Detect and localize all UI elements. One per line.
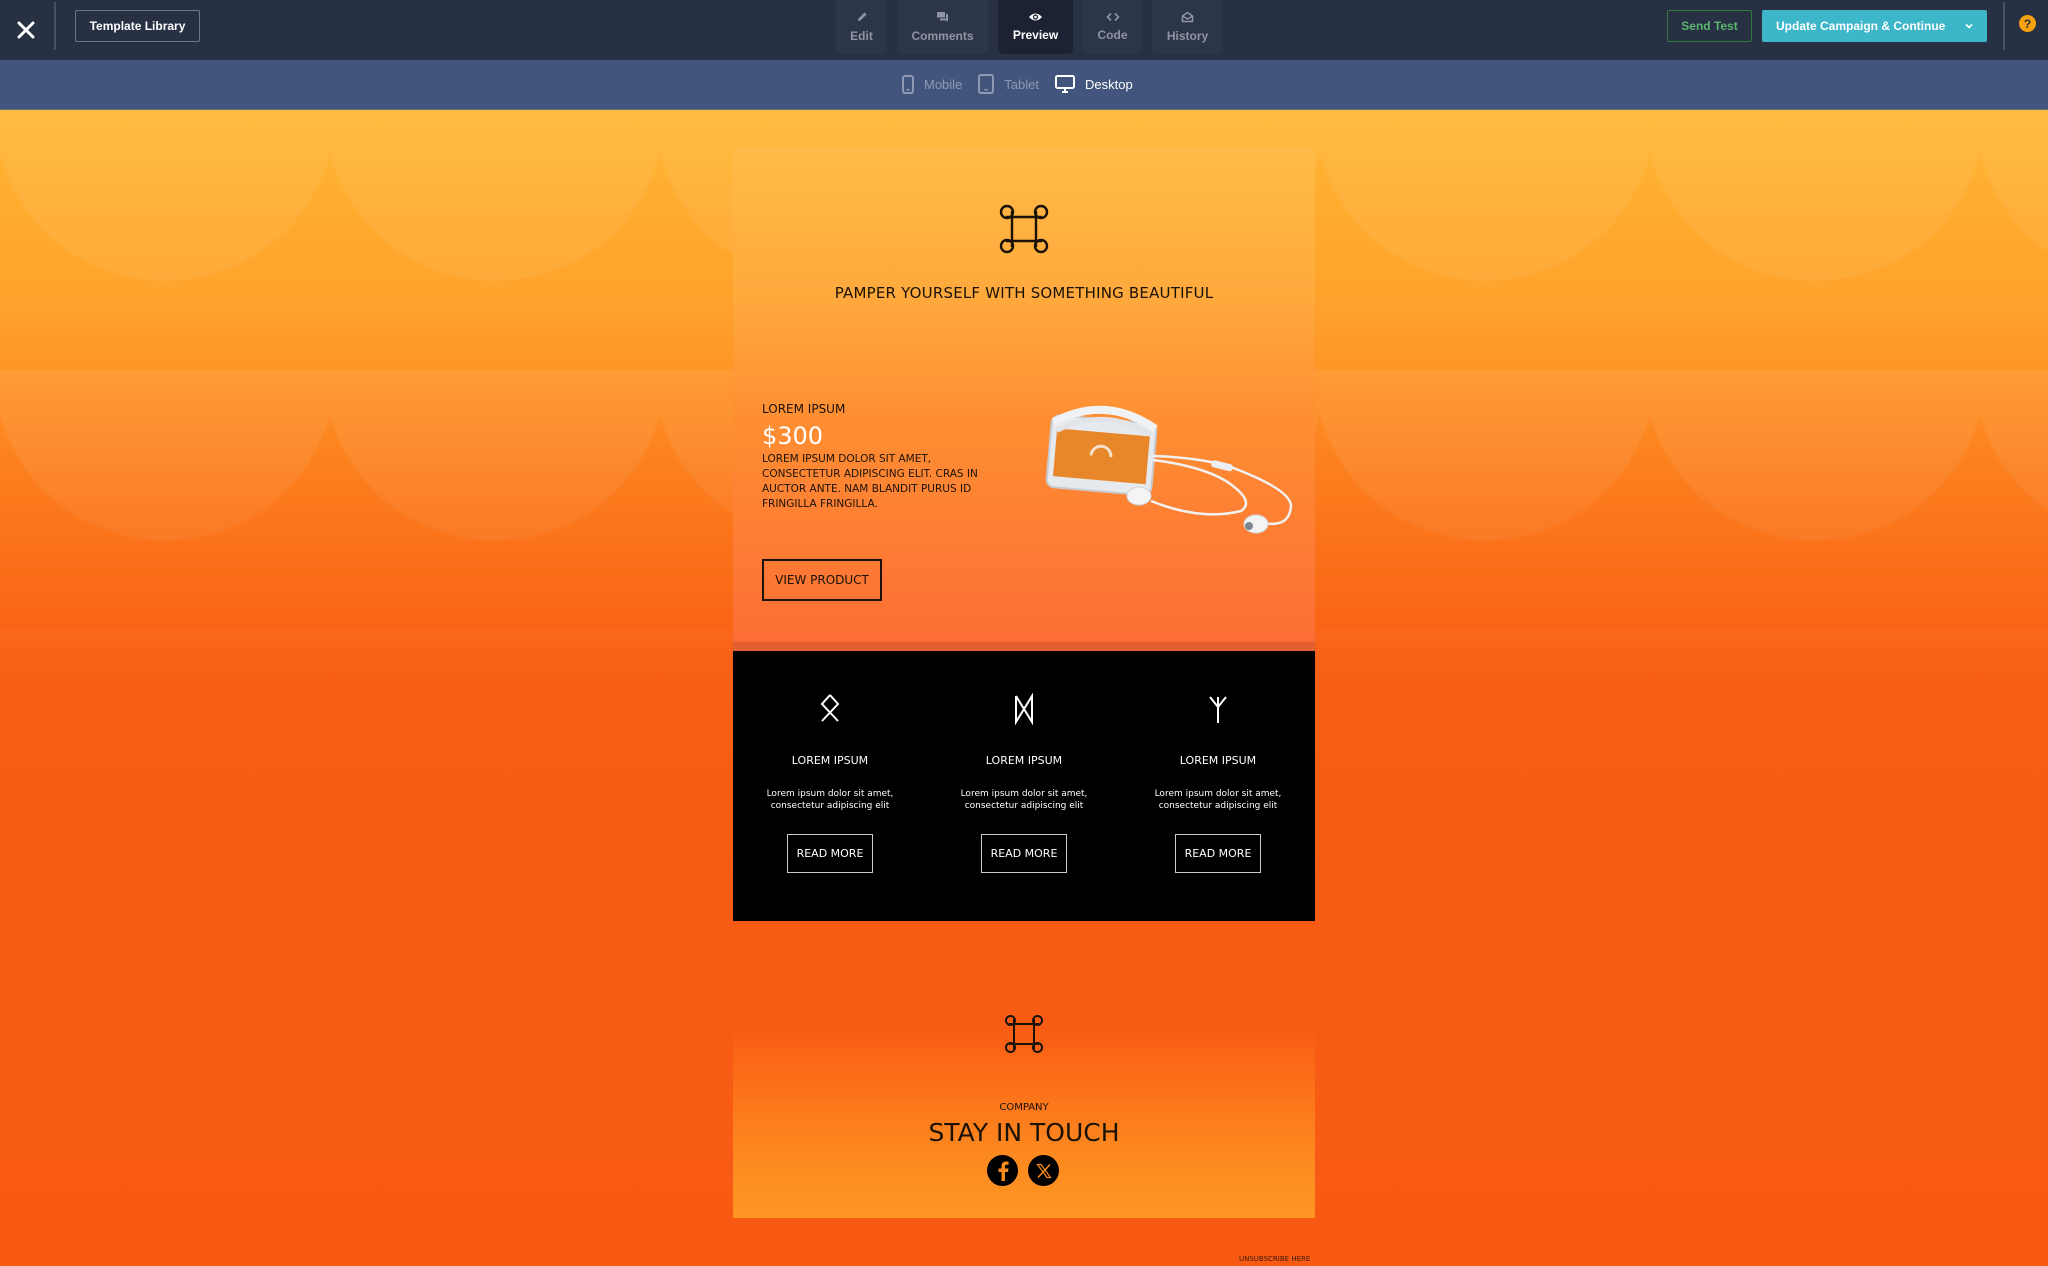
help-button[interactable]: ?: [2019, 15, 2036, 32]
tab-code[interactable]: Code: [1083, 0, 1142, 54]
device-label: Tablet: [1004, 76, 1039, 92]
product-label: LOREM IPSUM: [762, 402, 846, 416]
feature-text: Lorem ipsum dolor sit amet, consectetur …: [1154, 789, 1282, 811]
device-desktop[interactable]: Desktop: [1055, 75, 1133, 93]
feature-title: LOREM IPSUM: [1179, 754, 1257, 767]
read-more-button[interactable]: READ MORE: [787, 834, 873, 873]
feature-card: LOREM IPSUM Lorem ipsum dolor sit amet, …: [927, 651, 1121, 921]
tab-label: Preview: [1012, 28, 1059, 42]
hero-title: PAMPER YOURSELF WITH SOMETHING BEAUTIFUL: [834, 284, 1214, 302]
tab-edit[interactable]: Edit: [836, 0, 887, 54]
dropdown-toggle[interactable]: [1951, 23, 1987, 29]
device-mobile[interactable]: Mobile: [902, 74, 963, 94]
hero-section: PAMPER YOURSELF WITH SOMETHING BEAUTIFUL…: [733, 148, 1315, 642]
tab-label: Comments: [911, 29, 974, 43]
device-label: Desktop: [1085, 76, 1133, 92]
divider: [54, 2, 56, 50]
x-link[interactable]: [1028, 1155, 1059, 1186]
features-section: LOREM IPSUM Lorem ipsum dolor sit amet, …: [733, 651, 1315, 921]
feature-title: LOREM IPSUM: [985, 754, 1063, 767]
code-icon: [1105, 12, 1120, 22]
editor-tabs: Edit Comments Preview Code History: [836, 0, 1223, 54]
close-button[interactable]: [6, 10, 46, 50]
facebook-link[interactable]: [987, 1155, 1018, 1186]
product-image: [1041, 396, 1301, 536]
read-more-button[interactable]: READ MORE: [981, 834, 1067, 873]
feature-text: Lorem ipsum dolor sit amet, consectetur …: [960, 789, 1088, 811]
eye-icon: [1029, 13, 1042, 21]
tab-label: Edit: [850, 29, 873, 43]
close-icon: [17, 21, 35, 39]
tab-comments[interactable]: Comments: [897, 0, 988, 54]
update-campaign-button[interactable]: Update Campaign & Continue: [1762, 10, 1987, 42]
divider: [2003, 2, 2005, 50]
device-bar: Mobile Tablet Desktop: [0, 60, 2048, 110]
algiz-rune-icon: [1121, 693, 1315, 725]
tab-history[interactable]: History: [1152, 0, 1223, 54]
device-switcher: Mobile Tablet Desktop: [902, 74, 1133, 94]
read-more-button[interactable]: READ MORE: [1175, 834, 1261, 873]
desktop-icon: [1055, 75, 1075, 93]
unsubscribe-link[interactable]: UNSUBSCRIBE HERE: [1239, 1255, 1310, 1263]
company-name: COMPANY: [999, 1102, 1049, 1113]
chevron-down-icon: [1965, 23, 1973, 29]
othala-rune-icon: [733, 693, 927, 725]
command-key-icon: [1004, 1014, 1044, 1059]
device-label: Mobile: [924, 76, 963, 92]
footer-heading: STAY IN TOUCH: [928, 1118, 1120, 1147]
feature-text: Lorem ipsum dolor sit amet, consectetur …: [766, 789, 894, 811]
email-preview: PAMPER YOURSELF WITH SOMETHING BEAUTIFUL…: [733, 148, 1315, 1218]
x-icon: [1035, 1163, 1052, 1178]
pencil-icon: [857, 12, 866, 21]
top-bar: Template Library Edit Comments Preview C…: [0, 0, 2048, 60]
feature-card: LOREM IPSUM Lorem ipsum dolor sit amet, …: [1121, 651, 1315, 921]
tab-label: Code: [1097, 28, 1128, 42]
update-campaign-label: Update Campaign & Continue: [1776, 19, 1946, 33]
product-description: LOREM IPSUM DOLOR SIT AMET, CONSECTETUR …: [762, 453, 978, 510]
product-price: $300: [762, 422, 824, 450]
footer-section: COMPANY STAY IN TOUCH: [733, 1015, 1315, 1218]
hero-divider: [733, 642, 1315, 651]
facebook-icon: [998, 1161, 1009, 1181]
social-links: [987, 1155, 1059, 1186]
mobile-icon: [902, 74, 914, 94]
device-tablet[interactable]: Tablet: [978, 74, 1039, 94]
envelope-open-icon: [1181, 11, 1194, 23]
command-key-icon: [998, 203, 1050, 260]
tab-label: History: [1166, 29, 1209, 43]
view-product-button[interactable]: VIEW PRODUCT: [762, 559, 882, 601]
template-library-button[interactable]: Template Library: [75, 10, 200, 42]
send-test-button[interactable]: Send Test: [1667, 10, 1752, 42]
tab-preview[interactable]: Preview: [998, 0, 1073, 54]
product-info: LOREM IPSUM $300 LOREM IPSUM DOLOR SIT A…: [762, 402, 992, 512]
comments-icon: [936, 12, 948, 22]
feature-title: LOREM IPSUM: [791, 754, 869, 767]
dagaz-rune-icon: [927, 693, 1121, 725]
tablet-icon: [978, 74, 995, 94]
feature-card: LOREM IPSUM Lorem ipsum dolor sit amet, …: [733, 651, 927, 921]
